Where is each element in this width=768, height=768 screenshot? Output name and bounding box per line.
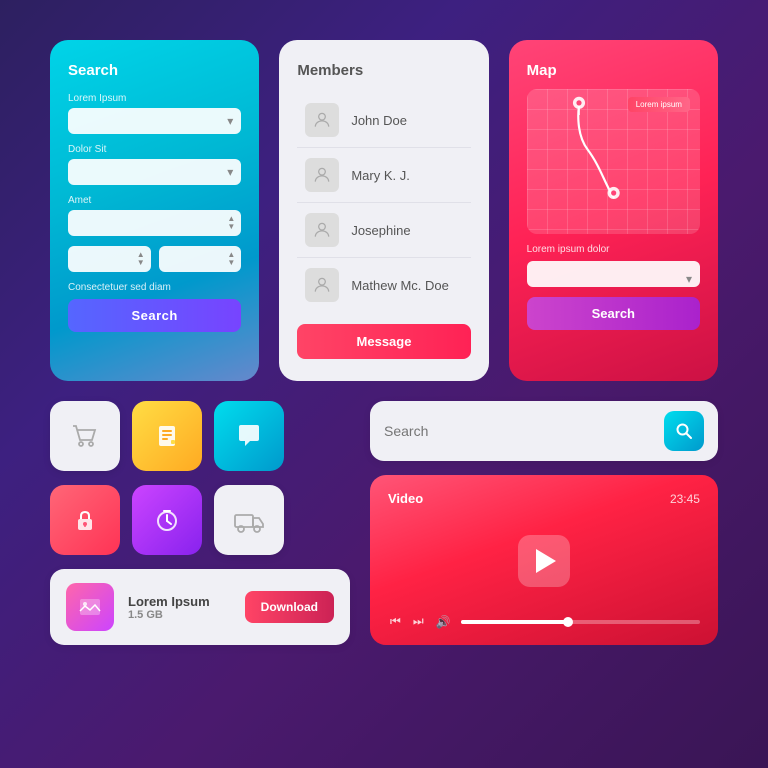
- truck-icon: [231, 502, 267, 538]
- map-search-btn[interactable]: Search: [527, 297, 700, 330]
- message-btn[interactable]: Message: [297, 324, 470, 359]
- video-card: Video 23:45 ⏮ ⏭ 🔊: [370, 475, 718, 645]
- cart-icon-btn[interactable]: [50, 401, 120, 471]
- list-item[interactable]: John Doe: [297, 93, 470, 148]
- video-header: Video 23:45: [388, 491, 700, 506]
- list-item[interactable]: Mary K. J.: [297, 148, 470, 203]
- search-bar-input[interactable]: [384, 423, 654, 439]
- timer-icon-btn[interactable]: [132, 485, 202, 555]
- video-play-area: [388, 516, 700, 606]
- member-name: Mathew Mc. Doe: [351, 278, 449, 293]
- map-select-wrapper: [527, 261, 700, 297]
- video-timestamp: 23:45: [670, 492, 700, 506]
- play-triangle-icon: [536, 549, 556, 573]
- search-icon: [675, 422, 693, 440]
- spinner-wrapper-1: ▲▼: [68, 246, 151, 272]
- prev-btn[interactable]: ⏭: [411, 614, 426, 629]
- chat-icon-btn[interactable]: [214, 401, 284, 471]
- select-wrapper-2: [68, 159, 241, 185]
- avatar: [305, 213, 339, 247]
- search-card: Search Lorem Ipsum Dolor Sit Amet: [50, 40, 259, 381]
- truck-icon-btn[interactable]: [214, 485, 284, 555]
- video-controls: ⏮ ⏭ 🔊: [388, 614, 700, 629]
- search-bar-btn[interactable]: [664, 411, 704, 451]
- members-card: Members John Doe Mary K. J.: [279, 40, 488, 381]
- progress-fill: [461, 620, 569, 624]
- search-card-title: Search: [68, 62, 241, 79]
- chat-icon: [232, 419, 266, 453]
- download-info: Lorem Ipsum 1.5 GB: [128, 594, 231, 621]
- avatar: [305, 158, 339, 192]
- left-bottom: Lorem Ipsum 1.5 GB Download: [50, 401, 350, 645]
- cart-icon: [67, 418, 103, 454]
- play-button[interactable]: [518, 535, 570, 587]
- map-card: Map Lorem ipsum Lorem ipsum dolor Search: [509, 40, 718, 381]
- icon-buttons-row-2: [50, 485, 350, 555]
- input-amet[interactable]: [68, 210, 241, 236]
- form-group-3: Amet ▲▼: [68, 195, 241, 236]
- avatar: [305, 103, 339, 137]
- search-bar-card: [370, 401, 718, 461]
- download-title: Lorem Ipsum: [128, 594, 231, 609]
- spinner-wrapper-2: ▲▼: [159, 246, 242, 272]
- progress-bar[interactable]: [461, 620, 700, 624]
- map-route-svg: [527, 89, 700, 215]
- form-group-4: ▲▼ ▲▼: [68, 246, 241, 272]
- members-title: Members: [297, 62, 470, 79]
- map-title: Map: [527, 62, 700, 79]
- bottom-row: Lorem Ipsum 1.5 GB Download: [50, 401, 718, 645]
- select-wrapper-1: [68, 108, 241, 134]
- note-icon: [151, 420, 183, 452]
- lock-icon: [69, 504, 101, 536]
- avatar: [305, 268, 339, 302]
- select-dolor-sit[interactable]: [68, 159, 241, 185]
- member-name: Josephine: [351, 223, 410, 238]
- lock-icon-btn[interactable]: [50, 485, 120, 555]
- download-card: Lorem Ipsum 1.5 GB Download: [50, 569, 350, 645]
- download-size: 1.5 GB: [128, 609, 231, 621]
- form-group-2: Dolor Sit: [68, 144, 241, 185]
- progress-dot: [563, 617, 573, 627]
- map-select[interactable]: [527, 261, 700, 287]
- two-col-inputs: ▲▼ ▲▼: [68, 246, 241, 272]
- form-group-1: Lorem Ipsum: [68, 93, 241, 134]
- member-list: John Doe Mary K. J. Josephine: [297, 93, 470, 312]
- image-icon: [76, 593, 104, 621]
- search-card-btn[interactable]: Search: [68, 299, 241, 332]
- rewind-btn[interactable]: ⏮: [388, 614, 403, 629]
- list-item[interactable]: Josephine: [297, 203, 470, 258]
- volume-btn[interactable]: 🔊: [434, 615, 453, 629]
- spinner-wrapper-amet: ▲▼: [68, 210, 241, 236]
- label-dolor-sit: Dolor Sit: [68, 144, 241, 155]
- list-item[interactable]: Mathew Mc. Doe: [297, 258, 470, 312]
- label-amet: Amet: [68, 195, 241, 206]
- download-icon-wrap: [66, 583, 114, 631]
- video-title: Video: [388, 491, 423, 506]
- member-name: Mary K. J.: [351, 168, 410, 183]
- member-name: John Doe: [351, 113, 407, 128]
- timer-icon: [151, 504, 183, 536]
- select-lorem-ipsum[interactable]: [68, 108, 241, 134]
- right-bottom: Video 23:45 ⏮ ⏭ 🔊: [370, 401, 718, 645]
- note-icon-btn[interactable]: [132, 401, 202, 471]
- map-subtitle: Lorem ipsum dolor: [527, 244, 700, 255]
- download-btn[interactable]: Download: [245, 591, 334, 623]
- icon-buttons-row-1: [50, 401, 350, 471]
- label-consectetuer: Consectetuer sed diam: [68, 282, 241, 293]
- label-lorem-ipsum: Lorem Ipsum: [68, 93, 241, 104]
- map-area: Lorem ipsum: [527, 89, 700, 234]
